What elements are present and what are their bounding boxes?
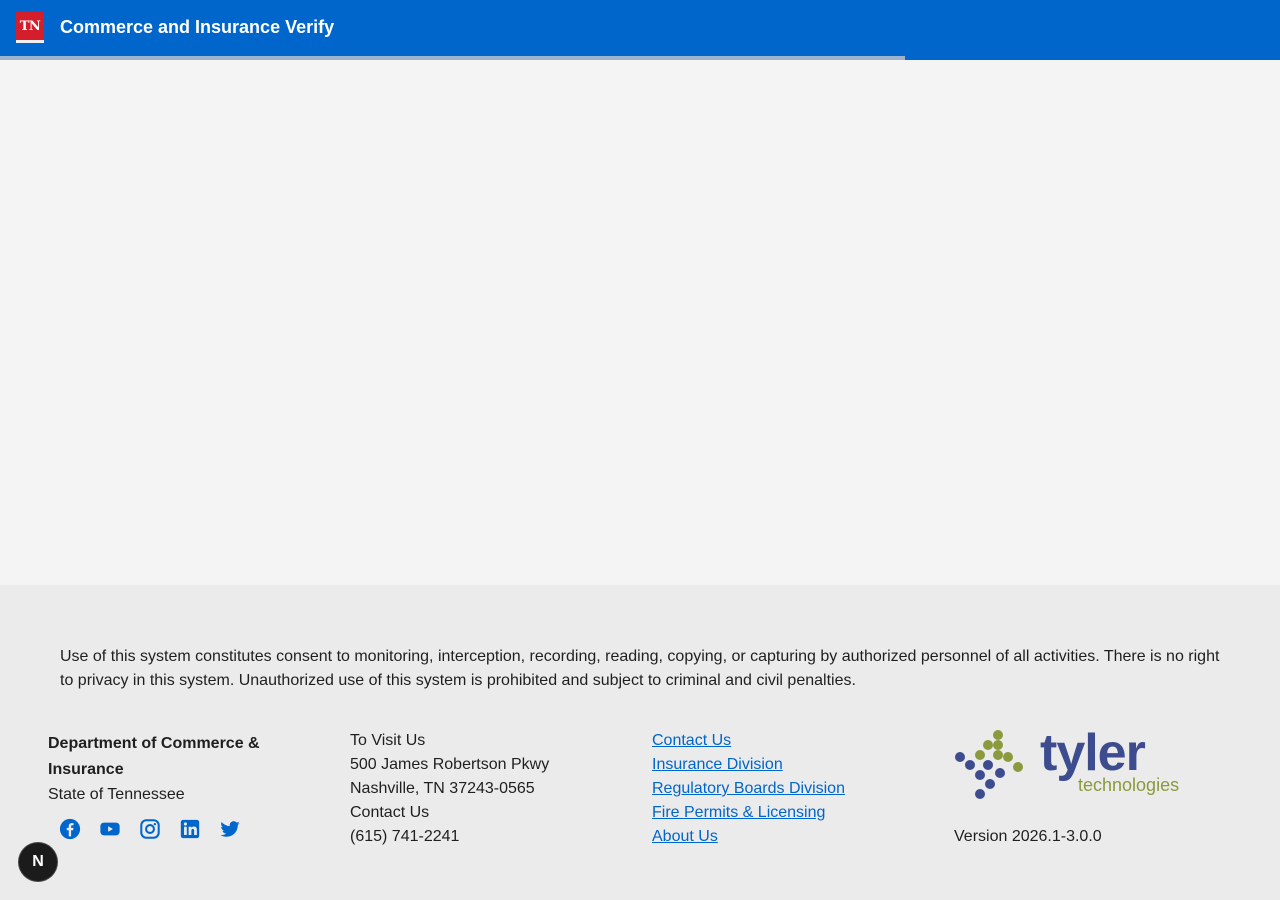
- address-line-2: Nashville, TN 37243-0565: [350, 780, 535, 797]
- app-title[interactable]: Commerce and Insurance Verify: [60, 17, 334, 38]
- tyler-sub: technologies: [1078, 775, 1180, 795]
- link-contact-us[interactable]: Contact Us: [652, 729, 912, 753]
- version-text: Version 2026.1-3.0.0: [954, 828, 1102, 845]
- tyler-dots-icon: [955, 730, 1023, 799]
- instagram-icon[interactable]: [138, 817, 162, 841]
- contact-heading: Contact Us: [350, 804, 430, 821]
- tn-logo-text: TN: [19, 18, 41, 34]
- dev-tools-badge[interactable]: N: [19, 843, 57, 881]
- facebook-icon[interactable]: [58, 817, 82, 841]
- social-links: [58, 817, 288, 841]
- department-name: Department of Commerce & Insurance: [48, 735, 260, 778]
- footer: Use of this system constitutes consent t…: [0, 585, 1280, 900]
- department-column: Department of Commerce & Insurance State…: [48, 729, 288, 841]
- links-column: Contact Us Insurance Division Regulatory…: [652, 729, 912, 849]
- disclaimer-text: Use of this system constitutes consent t…: [60, 648, 1220, 689]
- dev-badge-letter: N: [32, 853, 44, 870]
- linkedin-icon[interactable]: [178, 817, 202, 841]
- link-insurance-division[interactable]: Insurance Division: [652, 753, 912, 777]
- tyler-word: tyler: [1040, 724, 1146, 782]
- vendor-column: tyler technologies Version 2026.1-3.0.0: [954, 727, 1234, 849]
- tyler-technologies-logo[interactable]: tyler technologies: [954, 727, 1234, 803]
- link-fire-permits-licensing[interactable]: Fire Permits & Licensing: [652, 801, 912, 825]
- link-regulatory-boards-division[interactable]: Regulatory Boards Division: [652, 777, 912, 801]
- visit-column: To Visit Us 500 James Robertson Pkwy Nas…: [350, 729, 610, 849]
- main-content: [0, 60, 1280, 585]
- visit-heading: To Visit Us: [350, 732, 426, 749]
- tyler-wordmark: tyler technologies: [1040, 727, 1179, 797]
- link-about-us[interactable]: About Us: [652, 825, 912, 849]
- address-line-1: 500 James Robertson Pkwy: [350, 756, 550, 773]
- youtube-icon[interactable]: [98, 817, 122, 841]
- tn-logo[interactable]: TN: [16, 12, 44, 43]
- phone-number: (615) 741-2241: [350, 828, 460, 845]
- app-header: TN Commerce and Insurance Verify: [0, 0, 1280, 56]
- twitter-icon[interactable]: [218, 817, 242, 841]
- state-name: State of Tennessee: [48, 786, 185, 803]
